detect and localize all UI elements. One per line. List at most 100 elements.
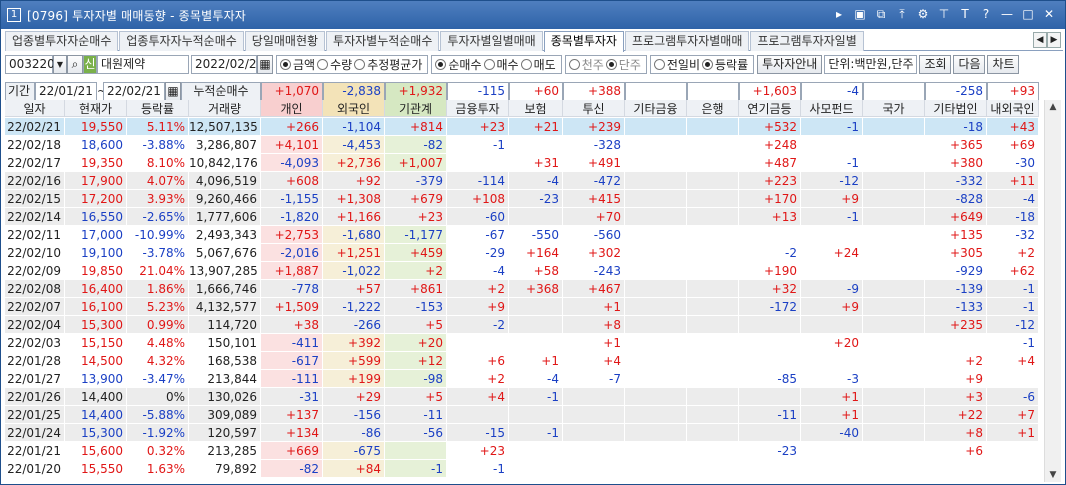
arrow-right-icon[interactable]: ▸ (831, 6, 847, 22)
tab-bar: 업종별투자자순매수 업종투자자누적순매수 당일매매현황 투자자별누적순매수 투자자별일별… (5, 31, 1063, 52)
tab-prev-icon[interactable]: ◀ (1033, 32, 1047, 48)
pin-icon[interactable]: ⊤ (936, 6, 952, 22)
table-row[interactable]: 22/01/24 15,300 -1.92% 120,597 +134 -86 -56 -15… (5, 424, 1045, 442)
table-row[interactable]: 22/01/20 15,550 1.63% 79,892 -82 +84 -1 -1 (5, 460, 1045, 478)
pin-up-icon[interactable]: ⤒ (894, 6, 910, 22)
radio-g2-2[interactable]: 매도 (520, 56, 556, 73)
column-header[interactable]: 기타법인 (925, 100, 987, 117)
table-row[interactable]: 22/02/03 15,150 4.48% 150,101 -411 +392 +20 +1 +… (5, 334, 1045, 352)
chart-button[interactable]: 차트 (987, 54, 1020, 74)
table-row[interactable]: 22/01/27 13,900 -3.47% 213,844 -111 +199 -98 +2… (5, 370, 1045, 388)
radio-g3-1[interactable]: 단주 (605, 56, 641, 73)
radio-g4-1[interactable]: 등락률 (702, 56, 748, 73)
column-header[interactable]: 투신 (563, 100, 625, 117)
tab-1[interactable]: 업종투자자누적순매수 (119, 31, 244, 51)
table-cell: 14,400 (65, 388, 127, 405)
tab-7[interactable]: 프로그램투자자일별 (750, 31, 864, 51)
table-row[interactable]: 22/02/07 16,100 5.23% 4,132,577 +1,509 -1,222… (5, 298, 1045, 316)
column-header[interactable]: 외국인 (323, 100, 385, 117)
close-icon[interactable]: ✕ (1041, 6, 1057, 22)
column-header[interactable]: 보험 (509, 100, 563, 117)
tab-3[interactable]: 투자자별누적순매수 (326, 31, 440, 51)
code-dropdown-icon[interactable]: ▼ (53, 54, 67, 74)
vertical-scrollbar[interactable]: ▲ ▼ (1044, 100, 1061, 482)
tab-4[interactable]: 투자자별일별매매 (440, 31, 543, 51)
column-header[interactable]: 거래량 (189, 100, 261, 117)
table-row[interactable]: 22/02/10 19,100 -3.78% 5,067,676 -2,016 +1,25… (5, 244, 1045, 262)
to-date-input[interactable]: 22/02/21 (103, 82, 165, 101)
column-header[interactable]: 국가 (863, 100, 925, 117)
table-cell: 19,850 (65, 262, 127, 279)
column-header[interactable]: 사모펀드 (801, 100, 863, 117)
radio-g3-0[interactable]: 천주 (568, 56, 604, 73)
tab-next-icon[interactable]: ▶ (1047, 32, 1061, 48)
tab-5[interactable]: 종목별투자자 (543, 31, 624, 52)
minimize-icon[interactable]: — (999, 6, 1015, 22)
column-header[interactable]: 기타금융 (625, 100, 687, 117)
table-row[interactable]: 22/02/11 17,000 -10.99% 2,493,343 +2,753 -1,6… (5, 226, 1045, 244)
table-row[interactable]: 22/02/15 17,200 3.93% 9,260,466 -1,155 +1,308… (5, 190, 1045, 208)
column-header[interactable]: 일자 (5, 100, 65, 117)
table-row[interactable]: 22/01/28 14,500 4.32% 168,538 -617 +599 +12 +6 +… (5, 352, 1045, 370)
column-header[interactable]: 내외국인 (987, 100, 1039, 117)
date-input[interactable]: 2022/02/21 (191, 54, 264, 74)
radio-g2-1[interactable]: 매수 (483, 56, 519, 73)
calendar-icon[interactable]: ▦ (257, 54, 273, 74)
tab-6[interactable]: 프로그램투자자별매매 (624, 31, 750, 51)
cumulative-value: +93 (987, 82, 1039, 101)
table-row[interactable]: 22/02/17 19,350 8.10% 10,842,176 -4,093 +2,73… (5, 154, 1045, 172)
table-cell (625, 136, 687, 153)
scroll-up-icon[interactable]: ▲ (1045, 100, 1061, 114)
cumulative-value: -115 (447, 82, 509, 101)
search-icon[interactable]: ⌕ (67, 54, 83, 74)
table-row[interactable]: 22/02/04 15,300 0.99% 114,720 +38 -266 +5 -2 +8 +… (5, 316, 1045, 334)
table-cell (509, 406, 563, 423)
table-row[interactable]: 22/01/21 15,600 0.32% 213,285 +669 -675 +23 -23… (5, 442, 1045, 460)
table-cell: 19,350 (65, 154, 127, 171)
period-label: 기간 (5, 82, 35, 101)
calendar2-icon[interactable]: ▦ (165, 82, 181, 101)
radio-g1-2[interactable]: 추정평균가 (354, 56, 422, 73)
table-cell: +2 (385, 262, 447, 279)
column-header[interactable]: 개인 (261, 100, 323, 117)
column-header[interactable]: 등락률 (127, 100, 189, 117)
table-row[interactable]: 22/01/25 14,400 -5.88% 309,089 +137 -156 -11 -1… (5, 406, 1045, 424)
table-cell: +487 (739, 154, 801, 171)
table-cell: -11 (739, 406, 801, 423)
table-cell: +4,101 (261, 136, 323, 153)
screen-icon[interactable]: ▣ (852, 6, 868, 22)
maximize-icon[interactable]: □ (1020, 6, 1036, 22)
table-cell: +1 (801, 406, 863, 423)
table-row[interactable]: 22/02/16 17,900 4.07% 4,096,519 +608 +92 -379-… (5, 172, 1045, 190)
settings-icon[interactable]: ⚙ (915, 6, 931, 22)
table-cell: -9 (801, 280, 863, 297)
investor-guide-button[interactable]: 투자자안내 (757, 54, 823, 74)
radio-g2-0[interactable]: 순매수 (435, 56, 482, 73)
table-row[interactable]: 22/02/18 18,600 -3.88% 3,286,807 +4,101 -4,45… (5, 136, 1045, 154)
radio-g4-0[interactable]: 전일비 (653, 56, 700, 73)
stock-code-input[interactable]: 003220 (5, 54, 55, 74)
table-cell (863, 352, 925, 369)
table-row[interactable]: 22/02/08 16,400 1.86% 1,666,746 -778 +57 +861 +… (5, 280, 1045, 298)
scroll-down-icon[interactable]: ▼ (1045, 468, 1061, 482)
from-date-input[interactable]: 22/01/21 (35, 82, 97, 101)
table-row[interactable]: 22/02/09 19,850 21.04% 13,907,285 +1,887 -1,0… (5, 262, 1045, 280)
table-row[interactable]: 22/02/14 16,550 -2.65% 1,777,606 -1,820 +1,16… (5, 208, 1045, 226)
radio-g1-0[interactable]: 금액 (280, 56, 315, 73)
next-button[interactable]: 다음 (953, 54, 986, 74)
link-icon[interactable]: ⧉ (873, 6, 889, 22)
radio-g1-1[interactable]: 수량 (317, 56, 352, 73)
column-header[interactable]: 기관계 (385, 100, 447, 117)
column-header[interactable]: 연기금등 (739, 100, 801, 117)
column-header[interactable]: 금융투자 (447, 100, 509, 117)
table-row[interactable]: 22/01/26 14,400 0% 130,026 -31 +29 +5 +4 -1 +1 +3-… (5, 388, 1045, 406)
table-cell (863, 424, 925, 441)
column-header[interactable]: 현재가 (65, 100, 127, 117)
table-row[interactable]: 22/02/21 19,550 5.11% 12,507,135 +266 -1,104 +… (5, 118, 1045, 136)
help-icon[interactable]: ? (978, 6, 994, 22)
tab-2[interactable]: 당일매매현황 (244, 31, 326, 51)
font-icon[interactable]: T (957, 6, 973, 22)
column-header[interactable]: 은행 (687, 100, 739, 117)
tab-0[interactable]: 업종별투자자순매수 (5, 31, 119, 51)
query-button[interactable]: 조회 (919, 54, 952, 74)
